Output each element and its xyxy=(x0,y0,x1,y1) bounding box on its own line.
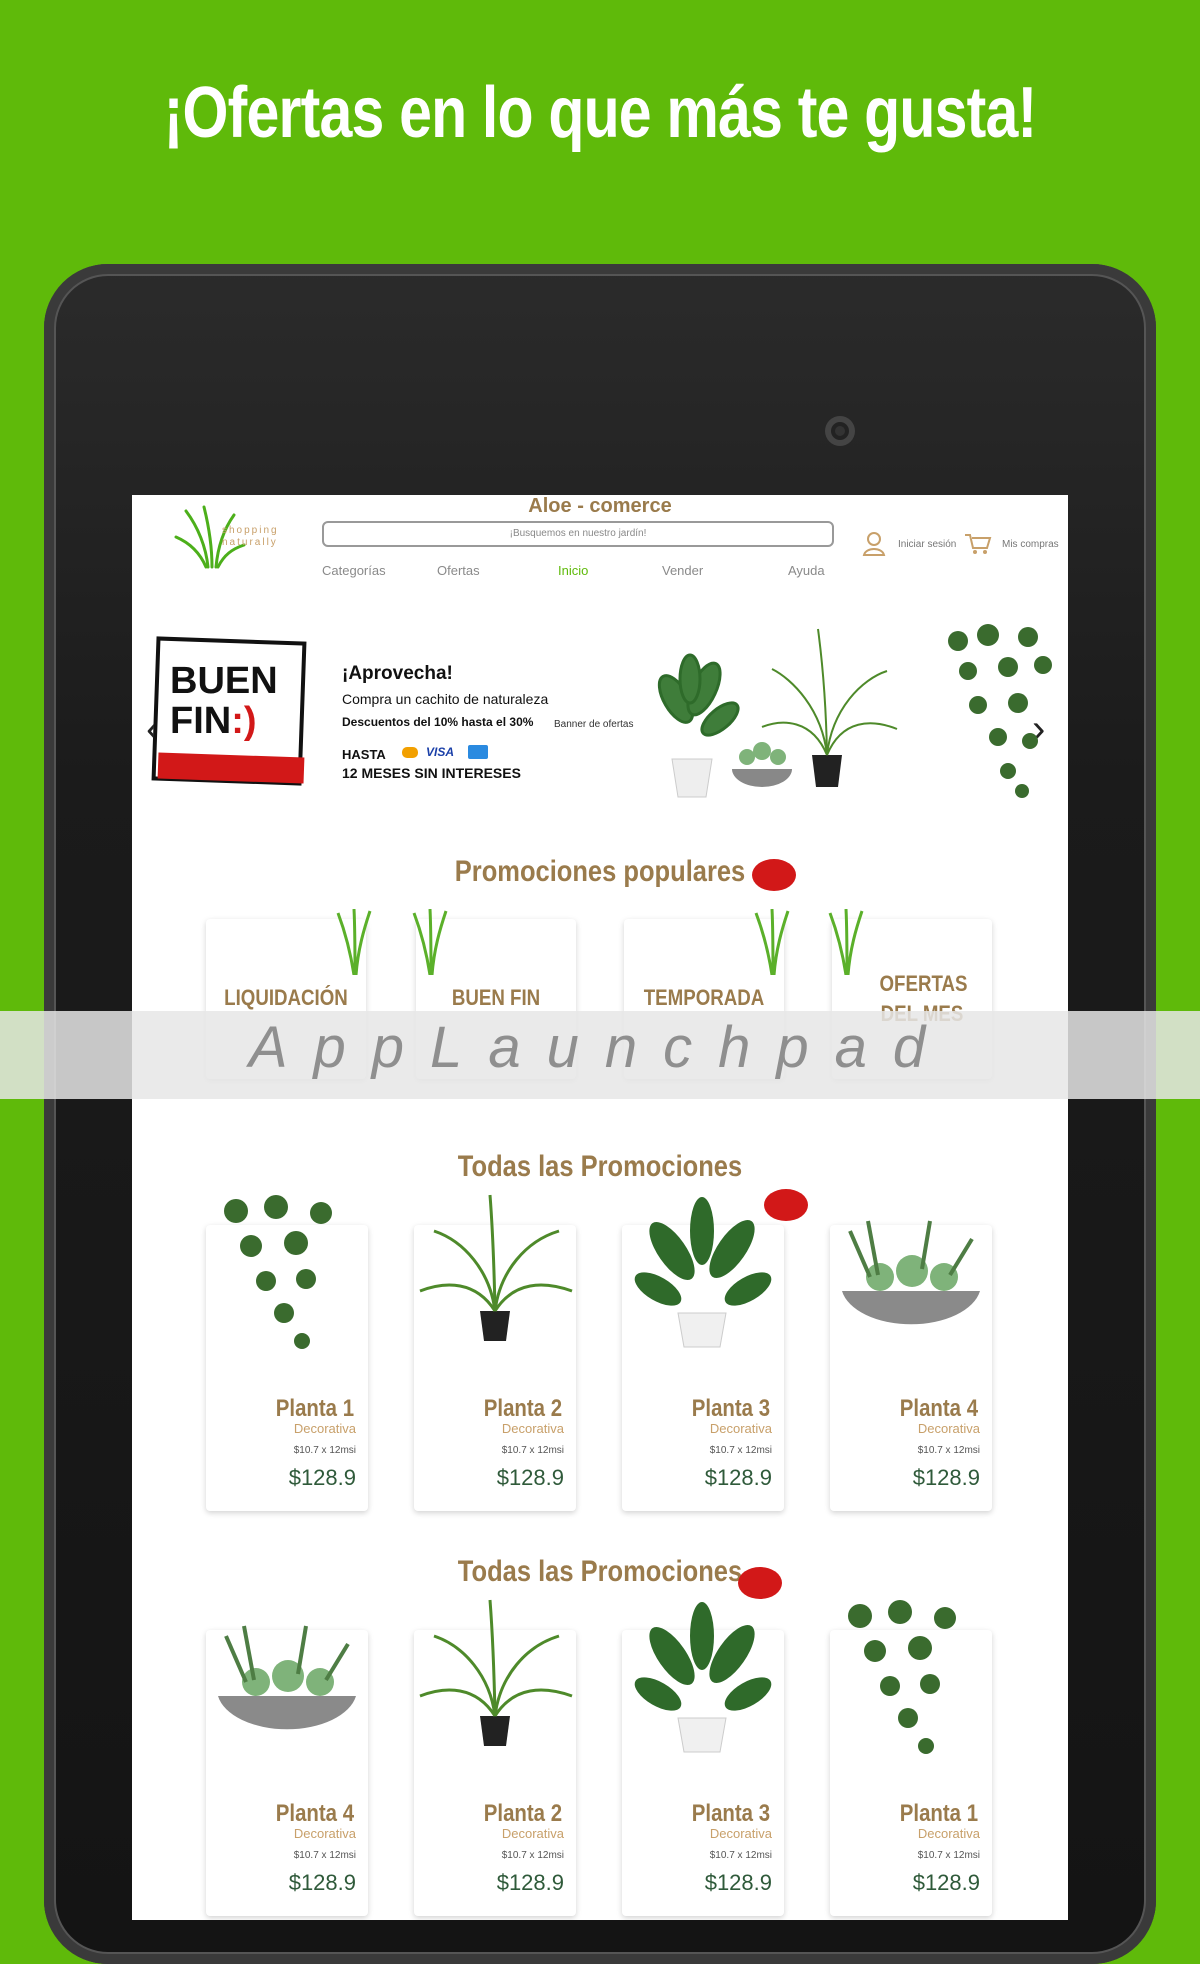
login-link[interactable]: Iniciar sesión xyxy=(898,539,956,550)
product-spec: $10.7 x 12msi xyxy=(709,1850,772,1861)
product-type: Decorativa xyxy=(917,1826,980,1841)
section-title-all-1: Todas las Promociones xyxy=(457,1150,743,1183)
product-name: Planta 2 xyxy=(483,1800,562,1827)
product-type: Decorativa xyxy=(501,1421,564,1436)
product-name: Planta 4 xyxy=(275,1800,354,1827)
camera-icon xyxy=(825,416,855,446)
watermark-text: AppLaunchpad xyxy=(248,1015,952,1080)
product-price: $128.9 xyxy=(288,1465,356,1490)
aloe-leaf-icon xyxy=(828,909,864,975)
product-price: $128.9 xyxy=(912,1465,980,1490)
nav-ayuda[interactable]: Ayuda xyxy=(788,563,825,578)
visa-icon: VISA xyxy=(426,745,455,759)
banner-title: ¡Aprovecha! xyxy=(342,663,453,684)
product-price: $128.9 xyxy=(704,1870,772,1895)
banner-label: Banner de ofertas xyxy=(554,719,634,730)
product-spec: $10.7 x 12msi xyxy=(501,1850,564,1861)
product-card[interactable]: Planta 4 Decorativa $10.7 x 12msi $128.9 xyxy=(206,1625,368,1916)
brand-title[interactable]: Aloe - comerce xyxy=(132,495,1068,518)
aloe-leaf-icon xyxy=(754,909,790,975)
product-price: $128.9 xyxy=(496,1870,564,1895)
palm-plant-icon xyxy=(419,1599,573,1746)
product-card[interactable]: Planta 4 Decorativa $10.7 x 12msi $128.9 xyxy=(830,1220,992,1511)
logo-tagline: shopping naturally xyxy=(222,525,279,548)
product-card[interactable]: Planta 1 Decorativa $10.7 x 12msi $128.9 xyxy=(830,1600,992,1916)
banner-msi: 12 MESES SIN INTERESES xyxy=(342,765,521,781)
hanging-plant-icon xyxy=(948,624,1052,798)
banner-discount: Descuentos del 10% hasta el 30% xyxy=(342,715,534,729)
product-card[interactable]: Planta 1 Decorativa $10.7 x 12msi $128.9 xyxy=(206,1195,368,1511)
amex-icon xyxy=(468,745,488,759)
section-title-all-2: Todas las Promociones xyxy=(457,1555,743,1588)
bird-of-paradise-plant-icon xyxy=(634,1602,772,1753)
bird-of-paradise-plant-icon xyxy=(634,1197,772,1348)
badge-dot xyxy=(738,1567,782,1599)
banner-subtitle: Compra un cachito de naturaleza xyxy=(342,691,549,707)
product-type: Decorativa xyxy=(293,1421,356,1436)
succulent-bowl-icon xyxy=(842,1220,980,1325)
product-spec: $10.7 x 12msi xyxy=(709,1445,772,1456)
buen-fin-calendar: BUEN FIN:) xyxy=(151,636,310,787)
banner-hasta: HASTA xyxy=(342,747,386,762)
search-input[interactable]: ¡Busquemos en nuestro jardín! xyxy=(322,521,834,547)
product-price: $128.9 xyxy=(704,1465,772,1490)
product-name: Planta 1 xyxy=(899,1800,978,1827)
promo-label: BUEN FIN xyxy=(451,985,541,1010)
promo-headline: ¡Ofertas en lo que más te gusta! xyxy=(163,73,1038,153)
cart-link[interactable]: Mis compras xyxy=(1002,539,1059,550)
product-name: Planta 4 xyxy=(899,1395,978,1422)
badge-dot xyxy=(752,859,796,891)
hanging-plant-icon xyxy=(224,1195,332,1349)
product-name: Planta 3 xyxy=(691,1800,770,1827)
product-spec: $10.7 x 12msi xyxy=(293,1445,356,1456)
nav-inicio[interactable]: Inicio xyxy=(558,563,588,578)
product-card[interactable]: Planta 3 Decorativa $10.7 x 12msi $128.9 xyxy=(622,1197,784,1511)
product-price: $128.9 xyxy=(288,1870,356,1895)
aloe-leaf-icon xyxy=(336,909,372,975)
product-card[interactable]: Planta 2 Decorativa $10.7 x 12msi $128.9 xyxy=(414,1599,576,1916)
nav-ofertas[interactable]: Ofertas xyxy=(437,563,480,578)
promo-label: TEMPORADA xyxy=(643,985,765,1010)
promo-label: LIQUIDACIÓN xyxy=(224,985,348,1010)
cart-icon[interactable] xyxy=(964,533,992,555)
palm-plant-icon xyxy=(419,1194,573,1341)
tablet-screen: shopping naturally Aloe - comerce ¡Busque… xyxy=(132,495,1068,1920)
product-type: Decorativa xyxy=(709,1826,772,1841)
succulent-bowl-icon xyxy=(218,1625,356,1730)
product-type: Decorativa xyxy=(501,1826,564,1841)
product-spec: $10.7 x 12msi xyxy=(917,1445,980,1456)
product-name: Planta 1 xyxy=(275,1395,354,1422)
mastercard-icon xyxy=(402,747,418,758)
product-name: Planta 3 xyxy=(691,1395,770,1422)
product-spec: $10.7 x 12msi xyxy=(293,1850,356,1861)
nav-vender[interactable]: Vender xyxy=(662,563,703,578)
hanging-plant-icon xyxy=(848,1600,956,1754)
product-card[interactable]: Planta 3 Decorativa $10.7 x 12msi $128.9 xyxy=(622,1602,784,1916)
product-name: Planta 2 xyxy=(483,1395,562,1422)
product-price: $128.9 xyxy=(912,1870,980,1895)
product-card[interactable]: Planta 2 Decorativa $10.7 x 12msi $128.9 xyxy=(414,1194,576,1511)
section-title-popular: Promociones populares xyxy=(454,855,746,888)
product-type: Decorativa xyxy=(293,1826,356,1841)
aloe-leaf-icon xyxy=(412,909,448,975)
product-type: Decorativa xyxy=(917,1421,980,1436)
product-type: Decorativa xyxy=(709,1421,772,1436)
banner-plants-icon xyxy=(657,628,898,798)
product-spec: $10.7 x 12msi xyxy=(501,1445,564,1456)
product-price: $128.9 xyxy=(496,1465,564,1490)
nav-categorias[interactable]: Categorías xyxy=(322,563,386,578)
user-icon[interactable] xyxy=(862,531,886,557)
product-spec: $10.7 x 12msi xyxy=(917,1850,980,1861)
